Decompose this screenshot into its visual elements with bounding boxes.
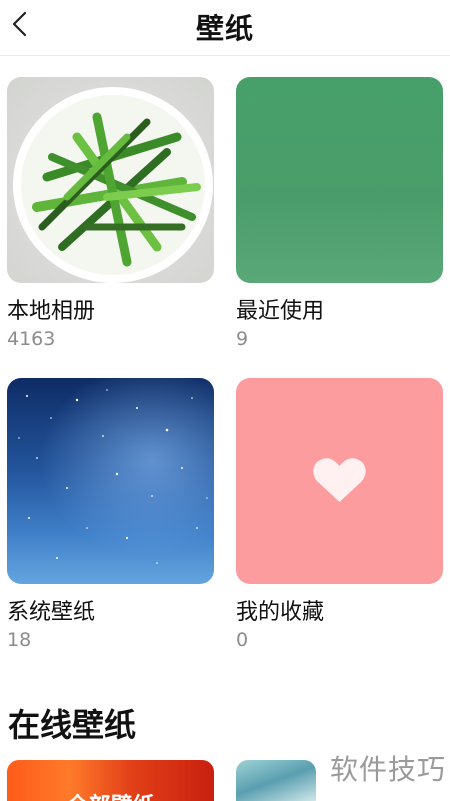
online-all-wallpapers-card[interactable]: 全部壁纸 [7,760,214,801]
album-favorites-count: 0 [236,629,249,651]
online-all-label: 全部壁纸 [7,788,214,801]
album-system-count: 18 [7,629,32,651]
album-local-count: 4163 [7,328,56,350]
album-favorites-thumbnail [236,378,443,584]
heart-icon [313,458,366,502]
wallpaper-page: 壁纸 本地相册 4163 最近使用 9 系统壁纸 18 我的收藏 0 在线壁纸 … [0,0,450,801]
album-recent-count: 9 [236,328,249,350]
album-system-thumbnail [7,378,214,584]
album-local-label: 本地相册 [7,299,96,324]
album-recent-label: 最近使用 [236,299,325,324]
online-card-2[interactable] [236,760,316,801]
top-bar: 壁纸 [0,0,450,56]
album-system-label: 系统壁纸 [7,600,96,625]
starfield-image [18,389,208,564]
watermark-text: 软件技巧 [329,753,446,786]
album-local-thumbnail [7,77,214,283]
album-favorites-label: 我的收藏 [236,600,325,625]
album-recent-thumbnail [236,77,443,283]
page-title: 壁纸 [195,12,254,45]
online-section-title: 在线壁纸 [8,706,137,744]
vegetable-photo [13,87,213,283]
